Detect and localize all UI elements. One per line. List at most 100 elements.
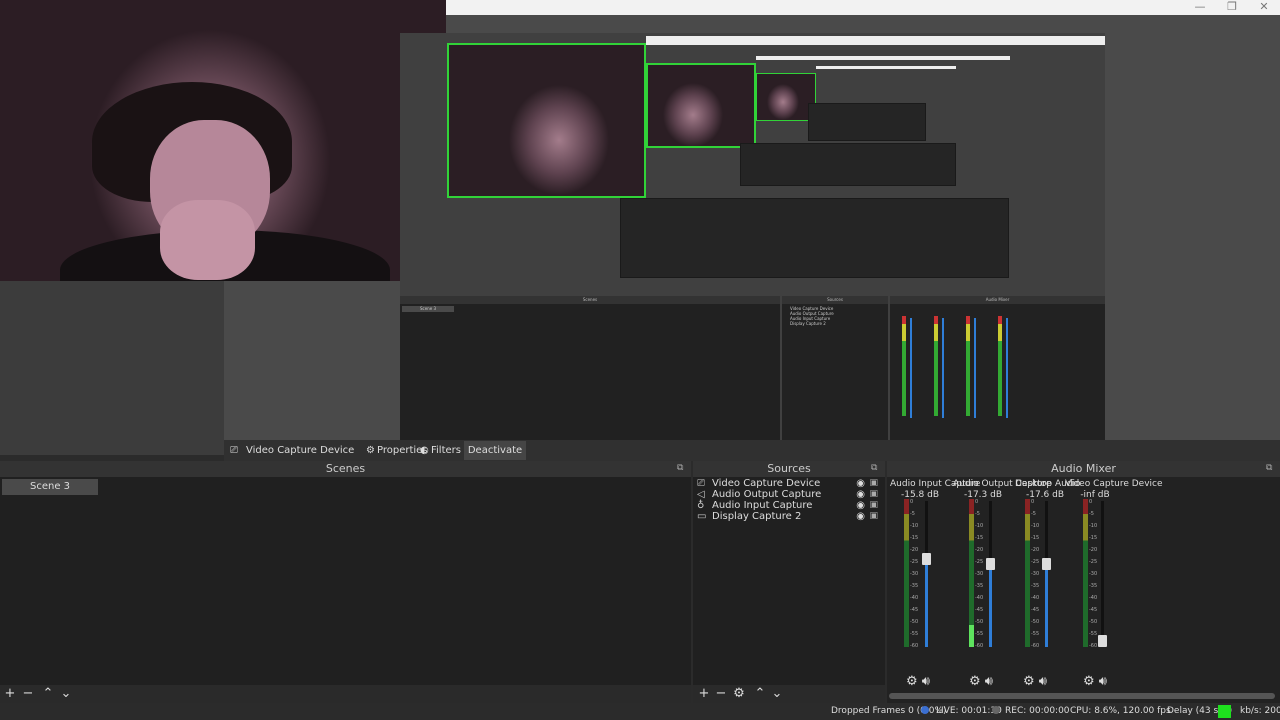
db-tick-label: -20	[910, 547, 919, 553]
minimize-button[interactable]: —	[1190, 0, 1210, 15]
mirror-scenes-dock: Scenes Scene 3	[400, 296, 780, 441]
db-tick-label: -55	[1089, 631, 1098, 637]
db-tick-label: -50	[1089, 619, 1098, 625]
db-tick-label: -20	[975, 547, 984, 553]
lock-icon[interactable]: ▣	[869, 489, 878, 500]
db-scale: 0 -5 -10 -15 -20 -25 -30 -35 -40 -45 -50 -55 -60	[1089, 499, 1101, 649]
eye-icon[interactable]: ◉	[856, 500, 865, 511]
source-item[interactable]: ♁ Audio Input Capture ◉ ▣	[695, 500, 881, 511]
mirror-fader	[942, 318, 944, 418]
db-tick-label: -5	[975, 511, 980, 517]
db-tick-label: -45	[1089, 607, 1098, 613]
source-item[interactable]: ▭ Display Capture 2 ◉ ▣	[695, 511, 881, 522]
level-meter	[969, 499, 974, 647]
bitrate: kb/s: 20094	[1240, 706, 1280, 716]
fader-knob[interactable]	[922, 553, 931, 566]
cpu-usage: CPU: 8.6%, 120.00 fps	[1070, 706, 1171, 716]
fader-knob[interactable]	[986, 557, 995, 570]
source-label: Audio Output Capture	[712, 489, 822, 500]
db-tick-label: -55	[975, 631, 984, 637]
level-meter	[1083, 499, 1088, 647]
db-tick-label: -55	[1031, 631, 1040, 637]
speaker-icon[interactable]: 🔊︎	[1099, 674, 1107, 689]
restore-button[interactable]: ❐	[1222, 0, 1242, 15]
move-scene-down-button[interactable]: ⌄	[57, 685, 75, 703]
db-scale: 0 -5 -10 -15 -20 -25 -30 -35 -40 -45 -50 -55 -60	[1031, 499, 1043, 649]
db-tick-label: -50	[910, 619, 919, 625]
channel-controls: ⚙ 🔊︎	[1023, 674, 1047, 689]
speaker-icon[interactable]: 🔊︎	[922, 674, 930, 689]
scene-item[interactable]: Scene 3	[2, 479, 98, 495]
source-settings-button[interactable]: ⚙	[730, 685, 748, 703]
move-scene-up-button[interactable]: ⌃	[39, 685, 57, 703]
volume-fader[interactable]	[1042, 501, 1051, 647]
db-tick-label: -45	[910, 607, 919, 613]
microphone-icon: ♁	[697, 500, 705, 511]
mirror-sources-dock: Sources Video Capture Device Audio Outpu…	[782, 296, 888, 441]
move-source-down-button[interactable]: ⌄	[768, 685, 786, 703]
preview-canvas[interactable]: Scenes Scene 3 Sources Video Capture Dev…	[0, 0, 1280, 455]
move-source-up-button[interactable]: ⌃	[751, 685, 769, 703]
sources-dock: Sources ⧉ ⎚ Video Capture Device ◉ ▣ ◁ A…	[693, 461, 885, 703]
mixer-scrollbar[interactable]	[889, 693, 1275, 699]
float-icon[interactable]: ⧉	[871, 463, 881, 473]
db-tick-label: -45	[975, 607, 984, 613]
mixer-channel: Video Capture Device -inf dB 0 -5 -10 -15 -2…	[1065, 477, 1163, 689]
volume-fader[interactable]	[922, 501, 931, 647]
source-item[interactable]: ◁ Audio Output Capture ◉ ▣	[695, 489, 881, 500]
close-button[interactable]: ✕	[1254, 0, 1274, 15]
channel-controls: ⚙ 🔊︎	[1083, 674, 1107, 689]
float-icon[interactable]: ⧉	[1266, 463, 1276, 473]
eye-icon[interactable]: ◉	[856, 489, 865, 500]
mirror-scene-item: Scene 3	[402, 306, 454, 312]
filters-icon: ◐	[420, 445, 429, 456]
db-tick-label: -5	[910, 511, 915, 517]
gear-icon[interactable]: ⚙	[906, 674, 918, 689]
eye-icon[interactable]: ◉	[856, 478, 865, 489]
volume-fader[interactable]	[986, 501, 995, 647]
mirror-meter	[966, 316, 970, 416]
db-tick-label: -10	[1031, 523, 1040, 529]
fader-knob[interactable]	[1098, 635, 1107, 647]
channel-controls: ⚙ 🔊︎	[969, 674, 993, 689]
remove-scene-button[interactable]: −	[19, 685, 37, 703]
db-tick-label: -10	[1089, 523, 1098, 529]
filters-button[interactable]: Filters	[431, 440, 461, 461]
mirror-mixer-dock: Audio Mixer	[890, 296, 1105, 441]
obs-window: — ❐ ✕ Scenes Scene 3 Sources Video Captu…	[0, 0, 1280, 720]
gear-icon[interactable]: ⚙	[1023, 674, 1035, 689]
db-tick-label: -15	[1031, 535, 1040, 541]
volume-fader[interactable]	[1098, 501, 1107, 647]
lock-icon[interactable]: ▣	[869, 500, 878, 511]
gear-icon[interactable]: ⚙	[969, 674, 981, 689]
live-dot-icon	[921, 706, 929, 714]
gear-icon[interactable]: ⚙	[1083, 674, 1095, 689]
monitor-icon: ▭	[697, 511, 707, 522]
fader-knob[interactable]	[1042, 557, 1051, 570]
gear-icon: ⚙	[366, 445, 375, 456]
lock-icon[interactable]: ▣	[869, 478, 878, 489]
source-item[interactable]: ⎚ Video Capture Device ◉ ▣	[695, 478, 881, 489]
add-scene-button[interactable]: +	[1, 685, 19, 703]
float-icon[interactable]: ⧉	[677, 463, 687, 473]
channel-name: Video Capture Device	[1065, 479, 1163, 489]
camera-icon: ⎚	[230, 445, 238, 456]
db-tick-label: -30	[1031, 571, 1040, 577]
remove-source-button[interactable]: −	[712, 685, 730, 703]
eye-icon[interactable]: ◉	[856, 511, 865, 522]
db-tick-label: -40	[1089, 595, 1098, 601]
db-tick-label: -25	[910, 559, 919, 565]
db-tick-label: -30	[1089, 571, 1098, 577]
audio-mixer-title: Audio Mixer	[887, 461, 1280, 477]
speaker-icon[interactable]: 🔊︎	[1039, 674, 1047, 689]
scenes-dock: Scenes ⧉ Scene 3 + − ⌃ ⌄	[0, 461, 691, 703]
lock-icon[interactable]: ▣	[869, 511, 878, 522]
deactivate-button[interactable]: Deactivate	[464, 441, 526, 460]
add-source-button[interactable]: +	[695, 685, 713, 703]
mixer-channel: Audio Input Capture -15.8 dB 0 -5 -10 -15 -2…	[890, 477, 980, 689]
window-titlebar: — ❐ ✕	[446, 0, 1280, 15]
rec-indicator	[992, 706, 1000, 716]
db-tick-label: -40	[1031, 595, 1040, 601]
scenes-title: Scenes	[0, 461, 691, 477]
speaker-icon[interactable]: 🔊︎	[985, 674, 993, 689]
